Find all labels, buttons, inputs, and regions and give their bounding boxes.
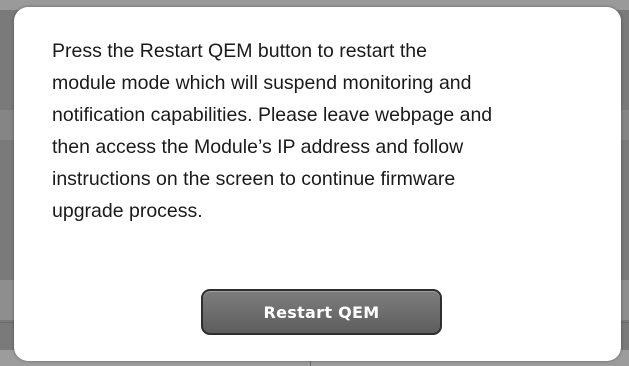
restart-qem-button-label: Restart QEM xyxy=(263,302,380,322)
message-line: upgrade process. xyxy=(52,200,203,222)
restart-qem-button[interactable]: Restart QEM xyxy=(201,289,442,335)
restart-qem-dialog: Press the Restart QEM button to restart … xyxy=(14,7,621,361)
message-line: module mode which will suspend monitorin… xyxy=(52,72,472,94)
message-line: instructions on the screen to continue f… xyxy=(52,168,456,190)
message-line: then access the Module’s IP address and … xyxy=(52,136,464,158)
dialog-message: Press the Restart QEM button to restart … xyxy=(52,35,604,227)
message-line: Press the Restart QEM button to restart … xyxy=(52,40,427,62)
message-line: notification capabilities. Please leave … xyxy=(52,104,493,126)
